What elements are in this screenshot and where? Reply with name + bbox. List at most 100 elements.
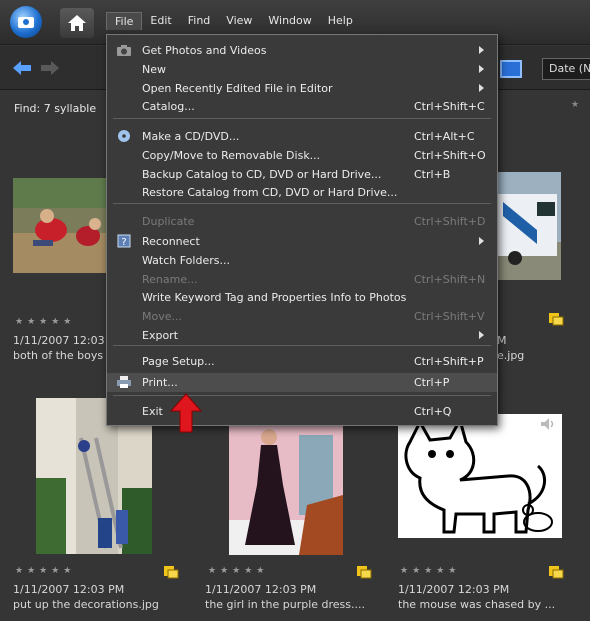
menu-item-shortcut: Ctrl+Shift+O xyxy=(414,149,486,162)
submenu-arrow-icon xyxy=(479,84,484,92)
menu-window[interactable]: Window xyxy=(260,12,319,30)
menu-item-label: Restore Catalog from CD, DVD or Hard Dri… xyxy=(142,186,398,199)
submenu-arrow-icon xyxy=(479,65,484,73)
menu-item-shortcut: Ctrl+Shift+N xyxy=(414,273,486,286)
forward-arrow-icon[interactable] xyxy=(40,60,60,76)
menu-file[interactable]: File xyxy=(106,12,143,30)
menu-help[interactable]: Help xyxy=(320,12,361,30)
menu-item-shortcut: Ctrl+P xyxy=(414,376,450,389)
photo-filename: both of the boys xyxy=(13,349,104,362)
keyword-tag-icon xyxy=(164,566,179,579)
menu-item-label: Copy/Move to Removable Disk... xyxy=(142,149,321,162)
file-menu-item-open-recently-edited-file-in-editor[interactable]: Open Recently Edited File in Editor xyxy=(107,79,497,98)
file-menu-item-duplicate: Duplicate Ctrl+Shift+D xyxy=(107,212,497,231)
photo-thumbnail-ambulance[interactable] xyxy=(497,172,561,280)
photo-date: 1/11/2007 12:03 PM xyxy=(398,583,510,596)
menu-item-label: Exit xyxy=(142,405,163,418)
menu-item-label: Make a CD/DVD... xyxy=(142,130,240,143)
file-menu-item-restore-catalog-from-cd-dvd-or-hard-drive[interactable]: Restore Catalog from CD, DVD or Hard Dri… xyxy=(107,183,497,202)
file-menu-item-copy-move-to-removable-disk[interactable]: Copy/Move to Removable Disk... Ctrl+Shift… xyxy=(107,146,497,165)
menu-item-label: Move... xyxy=(142,310,182,323)
menu-item-label: Watch Folders... xyxy=(142,254,230,267)
menu-item-label: Write Keyword Tag and Properties Info to… xyxy=(142,291,407,304)
menu-item-shortcut: Ctrl+Shift+P xyxy=(414,355,484,368)
disc-icon xyxy=(118,130,130,142)
photo-date: 1/11/2007 12:03 PM xyxy=(13,583,125,596)
photo-date: 1/11/2007 12:03 PM xyxy=(205,583,317,596)
keyword-tag-icon xyxy=(549,313,564,326)
menu-item-label: Page Setup... xyxy=(142,355,215,368)
file-menu-item-new[interactable]: New xyxy=(107,60,497,79)
keyword-tag-icon xyxy=(357,566,372,579)
photo-thumbnail-cat-mouse[interactable] xyxy=(398,414,562,538)
file-menu-item-write-keyword-tag-and-properties-info-to-photos[interactable]: Write Keyword Tag and Properties Info to… xyxy=(107,288,497,307)
file-menu-item-catalog[interactable]: Catalog... Ctrl+Shift+C xyxy=(107,97,497,116)
submenu-arrow-icon xyxy=(479,46,484,54)
photo-date: M xyxy=(497,334,507,347)
menu-item-label: Export xyxy=(142,329,179,342)
organizer-window: File Edit Find View Window Help Date (N … xyxy=(0,0,590,621)
menu-separator xyxy=(113,345,491,346)
menu-item-label: Backup Catalog to CD, DVD or Hard Drive.… xyxy=(142,168,382,181)
svg-text:?: ? xyxy=(121,237,126,248)
menu-item-label: Rename... xyxy=(142,273,198,286)
menu-find[interactable]: Find xyxy=(180,12,219,30)
home-button[interactable] xyxy=(60,8,94,38)
help-icon: ? xyxy=(117,234,131,248)
menu-item-label: Get Photos and Videos xyxy=(142,44,267,57)
menu-item-label: Duplicate xyxy=(142,215,195,228)
menu-item-shortcut: Ctrl+Shift+C xyxy=(414,100,485,113)
file-menu-item-reconnect[interactable]: ? Reconnect xyxy=(107,232,497,251)
file-menu-dropdown: Get Photos and Videos New Open Recently Ed… xyxy=(106,34,498,426)
file-menu-item-rename: Rename... Ctrl+Shift+N xyxy=(107,270,497,289)
menu-item-shortcut: Ctrl+Shift+D xyxy=(414,215,486,228)
photo-filename: the girl in the purple dress.... xyxy=(205,598,365,611)
back-arrow-icon[interactable] xyxy=(12,60,32,76)
submenu-arrow-icon xyxy=(479,237,484,245)
menu-edit[interactable]: Edit xyxy=(142,12,179,30)
menu-item-shortcut: Ctrl+Alt+C xyxy=(414,130,475,143)
menu-item-label: Catalog... xyxy=(142,100,195,113)
rating-stars[interactable]: ★★★★★ xyxy=(400,566,460,576)
home-icon xyxy=(68,15,86,31)
keyword-tag-icon xyxy=(549,566,564,579)
menu-item-shortcut: Ctrl+B xyxy=(414,168,451,181)
file-menu-item-get-photos-and-videos[interactable]: Get Photos and Videos xyxy=(107,41,497,60)
menu-separator xyxy=(113,118,491,119)
thumbnail-view-icon[interactable] xyxy=(500,60,522,78)
photo-filename: e.jpg xyxy=(497,349,525,362)
file-menu-item-export[interactable]: Export xyxy=(107,326,497,345)
file-menu-item-print[interactable]: Print... Ctrl+P xyxy=(107,373,497,392)
menu-view[interactable]: View xyxy=(218,12,260,30)
audio-speaker-icon[interactable] xyxy=(540,416,556,432)
submenu-arrow-icon xyxy=(479,331,484,339)
rating-stars[interactable]: ★★★★★ xyxy=(15,566,75,576)
sort-order-select[interactable]: Date (N xyxy=(542,58,590,80)
star-rating-icon[interactable]: ★ xyxy=(571,100,579,110)
menu-separator xyxy=(113,203,491,204)
photo-filename: the mouse was chased by ... xyxy=(398,598,556,611)
menu-item-label: Print... xyxy=(142,376,178,389)
rating-stars[interactable]: ★★★★★ xyxy=(15,317,75,327)
file-menu-item-backup-catalog-to-cd-dvd-or-hard-drive[interactable]: Backup Catalog to CD, DVD or Hard Drive.… xyxy=(107,165,497,184)
menu-item-label: Reconnect xyxy=(142,235,200,248)
red-pointer-arrow-icon xyxy=(170,393,202,433)
photo-date: 1/11/2007 12:03 F xyxy=(13,334,105,347)
menu-item-label: New xyxy=(142,63,166,76)
camera-icon xyxy=(117,45,131,56)
menu-item-shortcut: Ctrl+Q xyxy=(414,405,452,418)
file-menu-item-make-a-cd-dvd[interactable]: Make a CD/DVD... Ctrl+Alt+C xyxy=(107,127,497,146)
printer-icon xyxy=(117,376,131,388)
app-logo-icon[interactable] xyxy=(10,6,42,38)
file-menu-item-page-setup[interactable]: Page Setup... Ctrl+Shift+P xyxy=(107,352,497,371)
menu-item-shortcut: Ctrl+Shift+V xyxy=(414,310,485,323)
photo-thumbnail-purple-dress[interactable] xyxy=(229,415,343,555)
photo-filename: put up the decorations.jpg xyxy=(13,598,159,611)
find-status-label: Find: 7 syllable xyxy=(14,102,97,115)
file-menu-item-watch-folders[interactable]: Watch Folders... xyxy=(107,251,497,270)
menu-item-label: Open Recently Edited File in Editor xyxy=(142,82,333,95)
photo-thumbnail-boys[interactable] xyxy=(13,178,109,273)
file-menu-item-exit[interactable]: Exit Ctrl+Q xyxy=(107,402,497,421)
rating-stars[interactable]: ★★★★★ xyxy=(208,566,268,576)
file-menu-item-move: Move... Ctrl+Shift+V xyxy=(107,307,497,326)
